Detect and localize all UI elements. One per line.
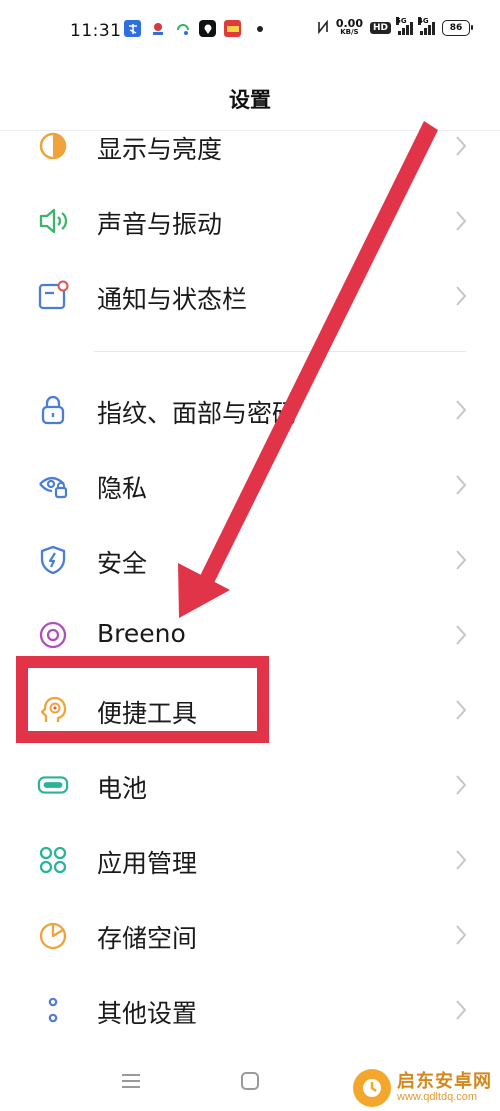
- chevron-right-icon: [454, 209, 468, 233]
- notification-app-icon: [174, 20, 191, 37]
- storage-icon: [37, 919, 69, 951]
- settings-item-label: 指纹、面部与密码: [97, 399, 298, 428]
- settings-item-label: Breeno: [97, 619, 186, 648]
- chevron-right-icon: [454, 848, 468, 872]
- settings-item-label: 应用管理: [97, 849, 198, 878]
- site-watermark: 启东安卓网 www.qdltdq.com: [353, 1069, 492, 1107]
- highlight-box: [16, 656, 269, 743]
- chevron-right-icon: [454, 548, 468, 572]
- net-speed-value: 0.00: [335, 17, 363, 30]
- group-divider: [94, 351, 466, 352]
- lock-icon: [37, 394, 69, 426]
- battery-icon: [37, 769, 69, 801]
- network-speed: 0.00 KB/S: [335, 17, 363, 37]
- privacy-eye-icon: [37, 469, 69, 501]
- settings-item-display-brightness[interactable]: 显示与亮度: [0, 110, 500, 182]
- chevron-right-icon: [454, 473, 468, 497]
- settings-item-battery[interactable]: 电池: [0, 749, 500, 821]
- settings-item-label: 显示与亮度: [97, 135, 223, 164]
- sim2-network-tag: 4G: [418, 17, 429, 25]
- settings-screen: 11:31 0.00 KB/S HD 5G 4G 86 设置 显示与亮度 声音与…: [0, 0, 500, 1111]
- chevron-right-icon: [454, 998, 468, 1022]
- settings-item-security[interactable]: 安全: [0, 524, 500, 596]
- nfc-icon: [317, 19, 329, 37]
- settings-item-storage[interactable]: 存储空间: [0, 899, 500, 971]
- settings-item-app-management[interactable]: 应用管理: [0, 824, 500, 896]
- settings-item-label: 电池: [97, 774, 148, 803]
- sim1-network-tag: 5G: [396, 17, 407, 25]
- chevron-right-icon: [454, 623, 468, 647]
- security-shield-icon: [37, 544, 69, 576]
- settings-item-label: 存储空间: [97, 924, 198, 953]
- display-brightness-icon: [37, 130, 69, 162]
- watermark-site-url: www.qdltdq.com: [397, 1090, 478, 1103]
- hd-voice-badge: HD: [369, 22, 391, 34]
- chevron-right-icon: [454, 398, 468, 422]
- battery-indicator: 86: [442, 20, 473, 36]
- notification-app-icon: [149, 20, 166, 37]
- home-nav-button[interactable]: [237, 1068, 263, 1094]
- settings-item-label: 隐私: [97, 474, 148, 503]
- status-time: 11:31: [70, 21, 122, 41]
- settings-item-sound-vibration[interactable]: 声音与振动: [0, 185, 500, 257]
- status-bar: 11:31 0.00 KB/S HD 5G 4G 86: [0, 0, 500, 62]
- notification-app-icon: [199, 20, 216, 37]
- chevron-right-icon: [454, 773, 468, 797]
- status-right-icons: 0.00 KB/S HD 5G 4G 86: [317, 17, 473, 37]
- chevron-right-icon: [454, 134, 468, 158]
- notification-app-icon: [124, 20, 141, 37]
- settings-item-label: 声音与振动: [97, 210, 223, 239]
- watermark-logo-icon: [353, 1069, 391, 1107]
- watermark-site-name: 启东安卓网: [397, 1070, 492, 1092]
- menu-nav-button[interactable]: [118, 1068, 144, 1094]
- watermark-text: 启东安卓网 www.qdltdq.com: [397, 1070, 492, 1103]
- notification-app-icon: [224, 20, 241, 37]
- settings-item-label: 通知与状态栏: [97, 285, 248, 314]
- other-settings-icon: [37, 994, 69, 1026]
- notification-icons: [124, 20, 263, 37]
- settings-item-privacy[interactable]: 隐私: [0, 449, 500, 521]
- signal-icon: 4G: [418, 17, 435, 35]
- chevron-right-icon: [454, 923, 468, 947]
- settings-item-label: 安全: [97, 549, 148, 578]
- settings-item-fingerprint-face-password[interactable]: 指纹、面部与密码: [0, 374, 500, 446]
- net-speed-unit: KB/S: [340, 28, 359, 36]
- settings-item-other-settings[interactable]: 其他设置: [0, 974, 500, 1046]
- app-management-icon: [37, 844, 69, 876]
- settings-item-label: 其他设置: [97, 999, 198, 1028]
- sound-vibration-icon: [37, 205, 69, 237]
- notification-statusbar-icon: [37, 280, 69, 312]
- chevron-right-icon: [454, 698, 468, 722]
- breeno-icon: [37, 619, 69, 651]
- more-notifications-dot: [257, 25, 263, 32]
- settings-item-notification-statusbar[interactable]: 通知与状态栏: [0, 260, 500, 332]
- chevron-right-icon: [454, 284, 468, 308]
- signal-icon: 5G: [396, 17, 413, 35]
